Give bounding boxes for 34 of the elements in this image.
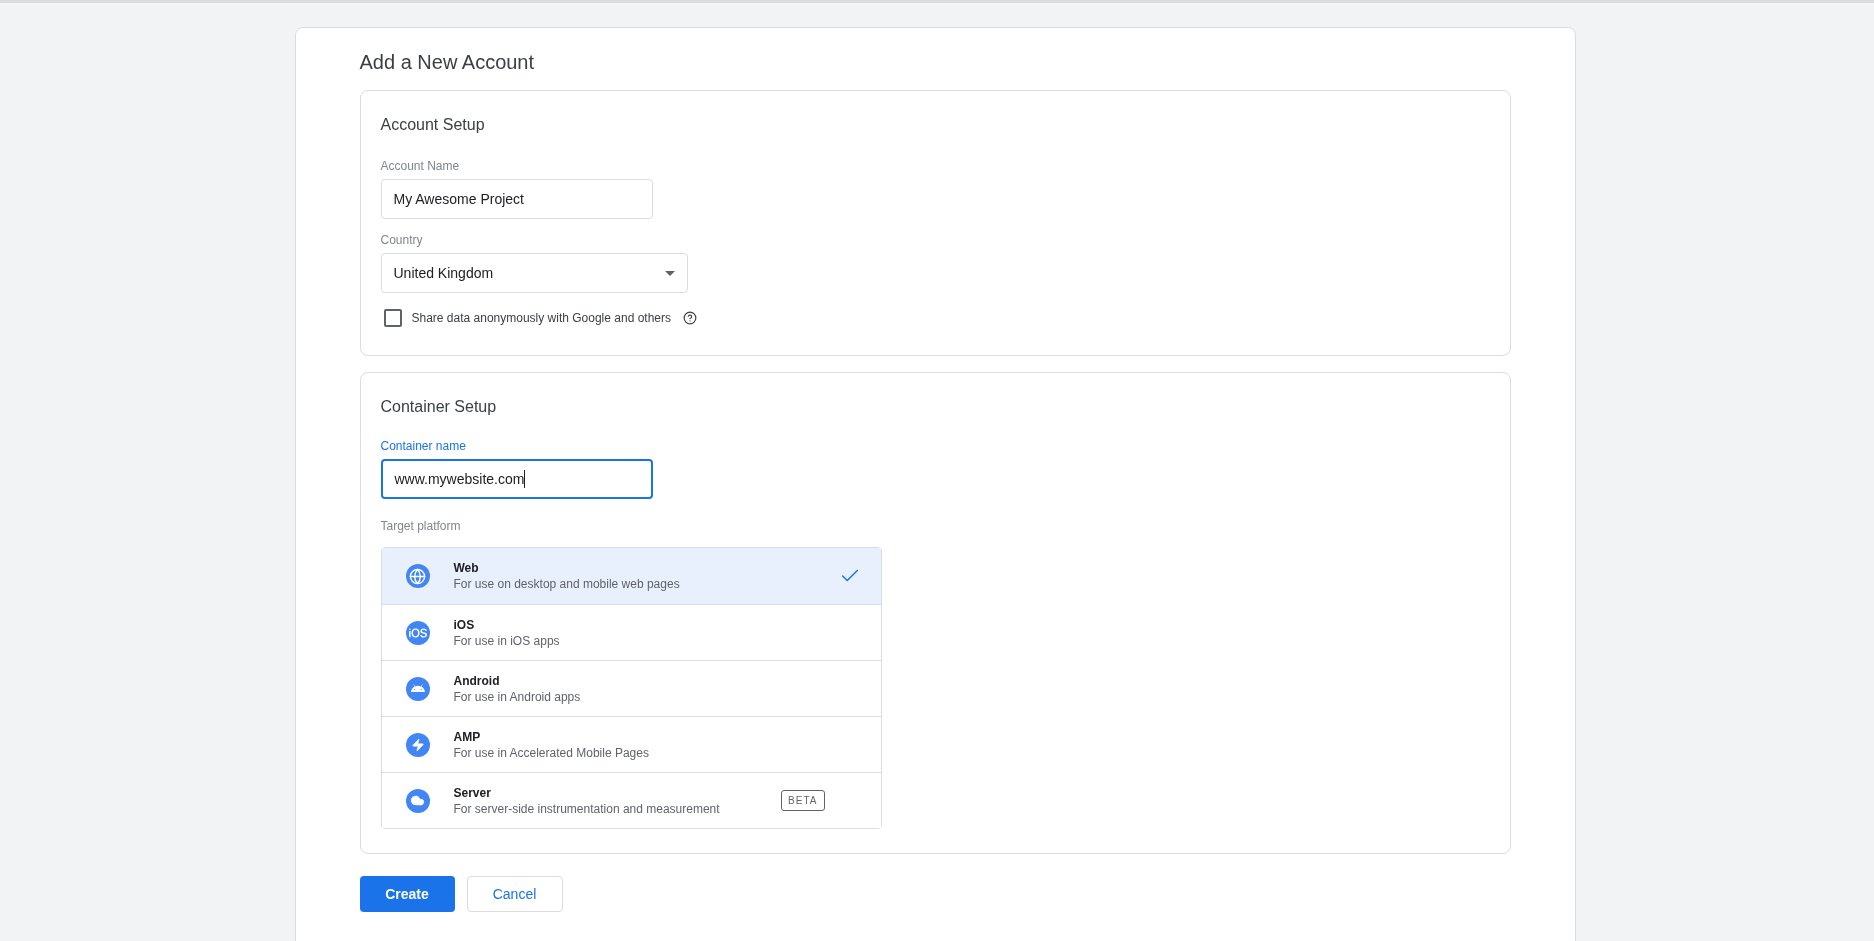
dropdown-caret-icon [664,270,675,276]
platform-description: For server-side instrumentation and measurement [453,800,720,817]
platform-option[interactable]: Server For server-side instrumentation and measurement BETA [381,772,881,828]
platform-name: Android [453,672,501,689]
checkbox-label: Share data anonymously with Google and others [411,310,671,327]
page-title: Add a New Account [359,50,536,75]
create-button[interactable]: Create [359,876,455,912]
account-name-field[interactable]: My Awesome Project [380,179,653,219]
container-name-field[interactable]: www.mywebsite.com [380,459,653,499]
section-heading: Container Setup [380,397,498,417]
ios-logo-icon [405,620,430,645]
beta-badge: BETA [781,790,825,811]
share-data-checkbox[interactable] [383,309,402,327]
country-dropdown[interactable]: United Kingdom [380,253,688,293]
cloud-icon [405,788,430,813]
lightning-bolt-icon [405,732,430,757]
help-icon[interactable] [683,311,697,325]
platform-description: For use in iOS apps [453,632,560,649]
platform-name: iOS [453,616,476,633]
platform-description: For use in Accelerated Mobile Pages [453,744,649,761]
field-label: Container name [380,438,467,455]
field-label: Target platform [380,518,462,535]
platform-option[interactable]: Web For use on desktop and mobile web pages [381,548,881,604]
field-label: Country [380,232,424,249]
cancel-button[interactable]: Cancel [466,876,563,912]
platform-description: For use in Android apps [453,688,581,705]
globe-icon [405,564,430,588]
section-heading: Account Setup [380,115,486,135]
platform-name: AMP [453,728,482,745]
android-robot-icon [405,676,430,701]
platform-description: For use on desktop and mobile web pages [453,576,680,592]
platform-name: Web [453,560,480,576]
platform-name: Server [453,784,492,801]
field-label: Account Name [380,158,461,175]
